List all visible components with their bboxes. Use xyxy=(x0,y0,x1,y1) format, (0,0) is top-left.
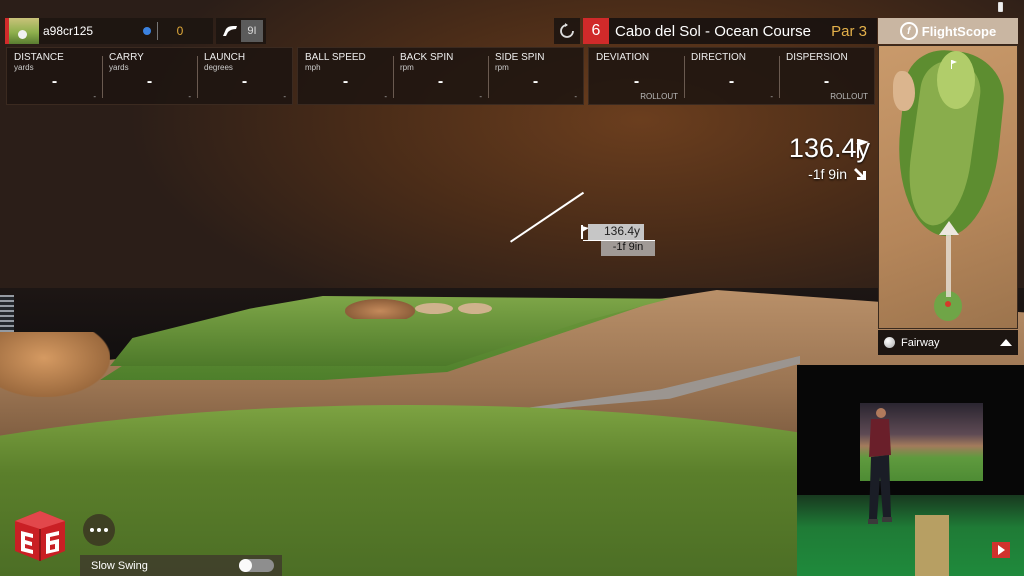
stat-label: BALL SPEED xyxy=(305,52,366,63)
stat-sub: - xyxy=(93,92,96,101)
hole-info-bar: 6 Cabo del Sol - Ocean Course Par 3 xyxy=(583,18,877,44)
slow-swing-bar: Slow Swing xyxy=(80,555,282,576)
flightscope-icon: f xyxy=(899,22,918,40)
stat-value: - xyxy=(728,73,735,90)
stat-value: - xyxy=(342,73,349,90)
triangle-up-icon[interactable] xyxy=(1000,339,1012,346)
sky xyxy=(0,0,1024,300)
stat-unit: yards xyxy=(109,63,129,72)
stat-side-spin: SIDE SPIN rpm - - xyxy=(488,48,583,104)
rock-outcrop xyxy=(0,332,110,397)
stat-unit: mph xyxy=(305,63,321,72)
rock-outcrop xyxy=(345,299,415,319)
more-options-button[interactable] xyxy=(83,514,115,546)
stats-panel-accuracy: DEVIATION - ROLLOUT DIRECTION - - DISPER… xyxy=(588,47,875,105)
e6-logo xyxy=(15,511,65,561)
stat-label: LAUNCH xyxy=(204,52,246,63)
ellipsis-icon xyxy=(104,528,108,532)
stat-value: - xyxy=(51,73,58,90)
ellipsis-icon xyxy=(90,528,94,532)
brand-name: FlightScope xyxy=(921,23,997,39)
iron-club-icon xyxy=(223,26,237,36)
simulator-turf xyxy=(797,495,1024,576)
stat-unit: degrees xyxy=(204,63,233,72)
stat-label: CARRY xyxy=(109,52,144,63)
slow-swing-toggle[interactable] xyxy=(239,559,274,572)
stat-sub: ROLLOUT xyxy=(830,92,868,101)
aim-tag-elevation: -1f 9in xyxy=(601,241,655,256)
hole-number: 6 xyxy=(583,18,609,44)
hitting-mat xyxy=(915,515,949,576)
stat-label: BACK SPIN xyxy=(400,52,454,63)
youtube-play-icon[interactable] xyxy=(992,542,1010,558)
stat-label: DISTANCE xyxy=(14,52,64,63)
ellipsis-icon xyxy=(97,528,101,532)
pin-flag-icon xyxy=(951,60,957,69)
video-inset[interactable] xyxy=(797,365,1024,576)
stat-back-spin: BACK SPIN rpm - - xyxy=(393,48,488,104)
golf-ball-icon xyxy=(884,337,895,348)
stat-sub: - xyxy=(283,92,286,101)
stat-ball-speed: BALL SPEED mph - - xyxy=(298,48,393,104)
stat-dispersion: DISPERSION - ROLLOUT xyxy=(779,48,874,104)
stat-value: - xyxy=(146,73,153,90)
course-name: Cabo del Sol - Ocean Course xyxy=(615,22,811,40)
lie-label: Fairway xyxy=(901,336,940,349)
shot-arrow-icon xyxy=(939,221,959,235)
stat-value: - xyxy=(633,73,640,90)
club-selector[interactable]: 9I xyxy=(216,18,266,44)
stat-sub: - xyxy=(574,92,577,101)
stat-label: DIRECTION xyxy=(691,52,746,63)
refresh-icon xyxy=(560,23,574,38)
stat-carry: CARRY yards - - xyxy=(102,48,197,104)
aim-tag-distance: 136.4y xyxy=(588,224,644,241)
player-avatar xyxy=(9,18,39,44)
stat-unit: rpm xyxy=(495,63,509,72)
slow-swing-label: Slow Swing xyxy=(91,559,148,572)
stat-value: - xyxy=(241,73,248,90)
stat-sub: - xyxy=(770,92,773,101)
stats-panel-distance: DISTANCE yards - - CARRY yards - - LAUNC… xyxy=(6,47,293,105)
stat-sub: - xyxy=(479,92,482,101)
shot-line xyxy=(946,231,951,297)
hole-map[interactable] xyxy=(878,45,1018,329)
ball-position-marker xyxy=(945,301,951,307)
stat-sub: - xyxy=(188,92,191,101)
stat-value: - xyxy=(532,73,539,90)
player-score: 0 xyxy=(176,24,184,38)
stat-deviation: DEVIATION - ROLLOUT xyxy=(589,48,684,104)
stat-value: - xyxy=(823,73,830,90)
hole-par: Par 3 xyxy=(831,22,867,40)
club-label: 9I xyxy=(241,20,263,42)
flag-icon xyxy=(857,139,869,158)
map-bunker xyxy=(893,71,915,111)
target-elevation: -1f 9in xyxy=(808,166,847,182)
lie-selector[interactable]: Fairway xyxy=(878,330,1018,355)
golfer-figure xyxy=(868,408,892,524)
stats-panel-ball: BALL SPEED mph - - BACK SPIN rpm - - SID… xyxy=(297,47,584,105)
bunker xyxy=(458,303,492,314)
stat-unit: rpm xyxy=(400,63,414,72)
player-status-dot xyxy=(143,27,151,35)
flightscope-logo: f FlightScope xyxy=(878,18,1018,44)
stat-value: - xyxy=(437,73,444,90)
player-bar[interactable]: a98cr125 0 xyxy=(5,18,213,44)
stat-label: DISPERSION xyxy=(786,52,848,63)
stat-unit: yards xyxy=(14,63,34,72)
stat-sub: - xyxy=(384,92,387,101)
stat-label: SIDE SPIN xyxy=(495,52,545,63)
battery-icon xyxy=(998,2,1003,12)
stat-direction: DIRECTION - - xyxy=(684,48,779,104)
reset-button[interactable] xyxy=(554,18,580,44)
stat-sub: ROLLOUT xyxy=(640,92,678,101)
stat-label: DEVIATION xyxy=(596,52,650,63)
player-name: a98cr125 xyxy=(43,24,94,38)
arrow-down-right-icon xyxy=(854,168,866,180)
stat-launch: LAUNCH degrees - - xyxy=(197,48,292,104)
stat-distance: DISTANCE yards - - xyxy=(7,48,102,104)
bunker xyxy=(415,303,453,314)
